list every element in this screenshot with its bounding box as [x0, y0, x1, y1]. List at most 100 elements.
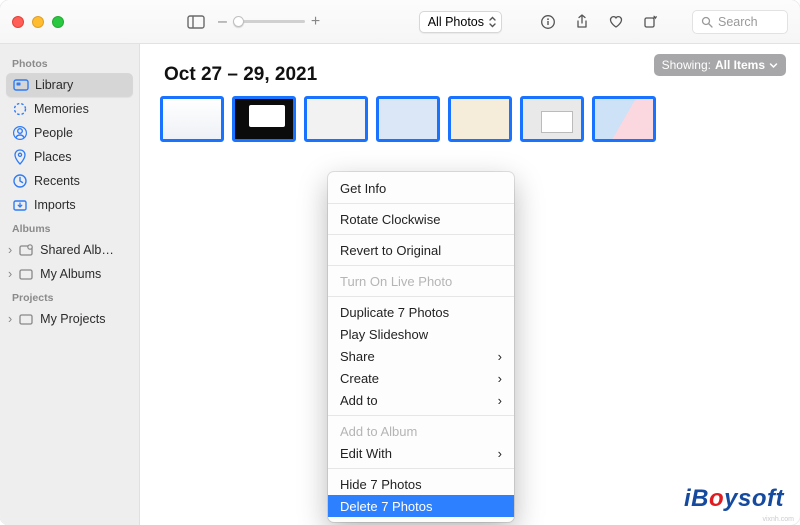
photo-thumbnail[interactable] — [304, 96, 368, 142]
menu-item-add-to-album: Add to Album — [328, 420, 514, 442]
sidebar-item-imports[interactable]: Imports — [6, 193, 133, 217]
menu-item-create[interactable]: Create› — [328, 367, 514, 389]
search-icon — [701, 16, 713, 28]
album-icon — [18, 266, 34, 282]
sidebar-item-label: Recents — [34, 174, 80, 188]
menu-separator — [328, 415, 514, 416]
sidebar: Photos Library Memories People Places Re… — [0, 44, 140, 525]
favorite-button[interactable] — [604, 10, 628, 34]
menu-item-revert-to-original[interactable]: Revert to Original — [328, 239, 514, 261]
chevron-right-icon: › — [498, 371, 502, 386]
menu-separator — [328, 265, 514, 266]
sidebar-item-my-projects[interactable]: › My Projects — [6, 307, 133, 331]
titlebar: – + All Photos Search — [0, 0, 800, 44]
fullscreen-icon[interactable] — [52, 16, 64, 28]
body: Photos Library Memories People Places Re… — [0, 44, 800, 525]
sidebar-item-label: People — [34, 126, 73, 140]
heart-icon — [608, 14, 624, 30]
zoom-track[interactable] — [233, 20, 305, 23]
photo-thumbnail[interactable] — [376, 96, 440, 142]
showing-value: All Items — [715, 58, 765, 72]
imports-icon — [12, 197, 28, 213]
photo-thumbnail[interactable] — [232, 96, 296, 142]
menu-separator — [328, 468, 514, 469]
menu-item-turn-on-live-photo: Turn On Live Photo — [328, 270, 514, 292]
photos-window: – + All Photos Search Photos Library — [0, 0, 800, 525]
showing-badge[interactable]: Showing: All Items — [654, 54, 786, 76]
sidebar-item-shared-albums[interactable]: › Shared Alb… — [6, 238, 133, 262]
thumbnail-strip — [140, 96, 800, 142]
chevron-right-icon: › — [498, 393, 502, 408]
library-icon — [13, 77, 29, 93]
photo-thumbnail[interactable] — [448, 96, 512, 142]
minimize-icon[interactable] — [32, 16, 44, 28]
menu-separator — [328, 234, 514, 235]
menu-item-play-slideshow[interactable]: Play Slideshow — [328, 323, 514, 345]
sidebar-item-label: Shared Alb… — [40, 243, 114, 257]
sidebar-item-label: Imports — [34, 198, 76, 212]
menu-item-edit-with[interactable]: Edit With› — [328, 442, 514, 464]
chevron-right-icon: › — [8, 243, 12, 257]
menu-item-duplicate[interactable]: Duplicate 7 Photos — [328, 301, 514, 323]
showing-badge-row: Showing: All Items — [654, 54, 786, 76]
search-input[interactable]: Search — [692, 10, 788, 34]
sidebar-item-label: Library — [35, 78, 73, 92]
menu-item-delete[interactable]: Delete 7 Photos — [328, 495, 514, 517]
chevron-updown-icon — [488, 16, 497, 28]
chevron-right-icon: › — [8, 267, 12, 281]
sidebar-item-library[interactable]: Library — [6, 73, 133, 97]
menu-separator — [328, 296, 514, 297]
chevron-right-icon: › — [8, 312, 12, 326]
sidebar-item-label: Places — [34, 150, 72, 164]
rotate-button[interactable] — [638, 10, 662, 34]
share-icon — [575, 14, 589, 30]
menu-item-rotate-clockwise[interactable]: Rotate Clockwise — [328, 208, 514, 230]
menu-item-get-info[interactable]: Get Info — [328, 177, 514, 199]
sidebar-toggle-button[interactable] — [184, 10, 208, 34]
zoom-knob[interactable] — [233, 16, 244, 27]
sidebar-item-places[interactable]: Places — [6, 145, 133, 169]
places-icon — [12, 149, 28, 165]
sidebar-group-photos: Photos — [6, 52, 133, 73]
info-icon — [540, 14, 556, 30]
sidebar-item-label: Memories — [34, 102, 89, 116]
sidebar-item-label: My Projects — [40, 312, 105, 326]
close-icon[interactable] — [12, 16, 24, 28]
window-controls — [12, 16, 64, 28]
photo-thumbnail[interactable] — [160, 96, 224, 142]
sidebar-group-projects: Projects — [6, 286, 133, 307]
photo-thumbnail[interactable] — [520, 96, 584, 142]
zoom-slider[interactable]: – + — [218, 13, 320, 31]
watermark-logo: iBoysoft — [684, 485, 784, 513]
sidebar-item-label: My Albums — [40, 267, 101, 281]
menu-item-share[interactable]: Share› — [328, 345, 514, 367]
rotate-icon — [642, 14, 658, 30]
sidebar-group-albums: Albums — [6, 217, 133, 238]
people-icon — [12, 125, 28, 141]
view-select-label: All Photos — [428, 15, 484, 29]
zoom-minus-label: – — [218, 13, 227, 31]
menu-separator — [328, 203, 514, 204]
sidebar-item-my-albums[interactable]: › My Albums — [6, 262, 133, 286]
sidebar-item-people[interactable]: People — [6, 121, 133, 145]
sidebar-item-recents[interactable]: Recents — [6, 169, 133, 193]
photo-thumbnail[interactable] — [592, 96, 656, 142]
menu-item-add-to[interactable]: Add to› — [328, 389, 514, 411]
recents-icon — [12, 173, 28, 189]
chevron-down-icon — [769, 61, 778, 70]
context-menu: Get Info Rotate Clockwise Revert to Orig… — [328, 172, 514, 522]
memories-icon — [12, 101, 28, 117]
view-select[interactable]: All Photos — [419, 11, 502, 33]
sidebar-toggle-icon — [187, 15, 205, 29]
share-button[interactable] — [570, 10, 594, 34]
info-button[interactable] — [536, 10, 560, 34]
shared-album-icon — [18, 242, 34, 258]
attribution: vixnh.com — [762, 516, 794, 523]
showing-prefix: Showing: — [662, 58, 711, 72]
chevron-right-icon: › — [498, 349, 502, 364]
chevron-right-icon: › — [498, 446, 502, 461]
content-area: Showing: All Items Oct 27 – 29, 2021 Get… — [140, 44, 800, 525]
sidebar-item-memories[interactable]: Memories — [6, 97, 133, 121]
search-placeholder: Search — [718, 15, 758, 29]
menu-item-hide[interactable]: Hide 7 Photos — [328, 473, 514, 495]
